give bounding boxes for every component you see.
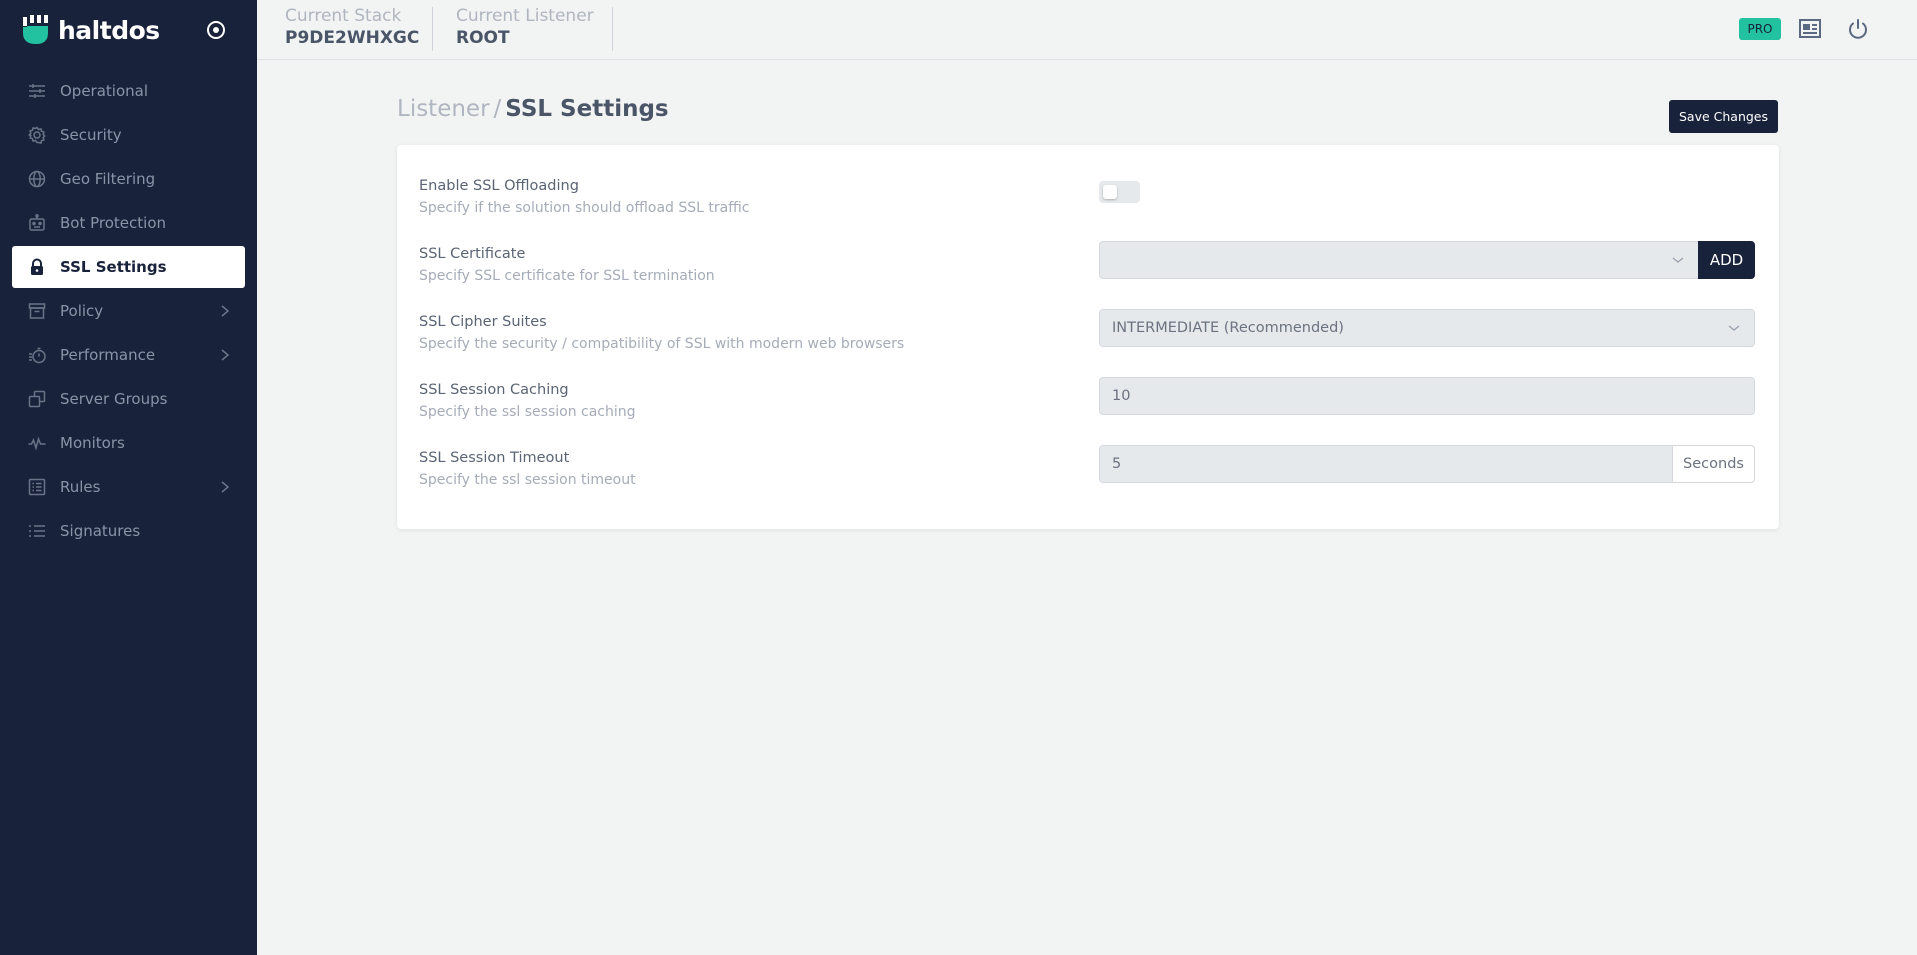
lock-icon xyxy=(28,258,46,276)
breadcrumb: Listener / SSL Settings xyxy=(397,96,669,122)
gear-icon xyxy=(28,126,46,144)
sidebar-item-label: SSL Settings xyxy=(60,258,167,276)
globe-icon xyxy=(28,170,46,188)
current-listener-value: ROOT xyxy=(456,28,510,48)
chevron-down-icon xyxy=(1672,257,1684,263)
logo[interactable]: haltdos xyxy=(0,0,257,60)
sidebar-item-label: Operational xyxy=(60,82,149,100)
ssl-session-timeout-value: 5 xyxy=(1112,456,1122,472)
power-icon[interactable] xyxy=(1846,17,1870,41)
ssl-cipher-suites-select[interactable]: INTERMEDIATE (Recommended) xyxy=(1099,309,1755,347)
sidebar-item-signatures[interactable]: Signatures xyxy=(12,510,245,552)
list-icon xyxy=(28,522,46,540)
divider xyxy=(432,7,433,51)
ssl-session-caching-control: 10 xyxy=(1099,377,1755,415)
pulse-icon xyxy=(28,434,46,452)
page-title: SSL Settings xyxy=(505,96,669,122)
list-box-icon xyxy=(28,478,46,496)
sidebar-item-label: Geo Filtering xyxy=(60,170,156,188)
ssl-session-caching-value: 10 xyxy=(1112,388,1131,404)
sidebar-item-label: Security xyxy=(60,126,122,144)
current-stack-value: P9DE2WHXGC xyxy=(285,28,420,48)
sidebar-nav: Operational Security Geo Filtering Bot P… xyxy=(0,70,257,552)
setting-ssl-certificate: SSL Certificate Specify SSL certificate … xyxy=(419,241,1757,293)
ssl-cipher-suites-control: INTERMEDIATE (Recommended) xyxy=(1099,309,1755,347)
ssl-certificate-select[interactable] xyxy=(1099,241,1699,279)
haltdos-logo-icon xyxy=(23,15,48,44)
sidebar-item-label: Signatures xyxy=(60,522,141,540)
setting-ssl-cipher-suites: SSL Cipher Suites Specify the security /… xyxy=(419,309,1757,361)
sidebar-item-bot-protection[interactable]: Bot Protection xyxy=(12,202,245,244)
setting-label: Enable SSL Offloading xyxy=(419,178,579,194)
sidebar-item-label: Monitors xyxy=(60,434,125,452)
ssl-cipher-suites-value: INTERMEDIATE (Recommended) xyxy=(1112,320,1344,336)
breadcrumb-parent[interactable]: Listener xyxy=(397,96,490,122)
divider xyxy=(612,7,613,51)
target-settings-icon[interactable] xyxy=(205,19,227,41)
sidebar-item-performance[interactable]: Performance xyxy=(12,334,245,376)
sidebar-item-policy[interactable]: Policy xyxy=(12,290,245,332)
add-certificate-button[interactable]: ADD xyxy=(1698,241,1755,279)
chevron-right-icon xyxy=(221,481,230,493)
setting-description: Specify if the solution should offload S… xyxy=(419,200,750,216)
sidebar-item-operational[interactable]: Operational xyxy=(12,70,245,112)
setting-ssl-offloading: Enable SSL Offloading Specify if the sol… xyxy=(419,175,1757,225)
copy-icon xyxy=(28,390,46,408)
current-stack-label: Current Stack xyxy=(285,6,402,26)
app-name: haltdos xyxy=(58,15,160,45)
current-listener[interactable]: Current Listener ROOT xyxy=(456,5,594,51)
sidebar-item-rules[interactable]: Rules xyxy=(12,466,245,508)
stopwatch-icon xyxy=(28,346,46,364)
toggle-knob xyxy=(1103,185,1117,199)
save-changes-button[interactable]: Save Changes xyxy=(1669,100,1778,133)
sliders-icon xyxy=(28,82,46,100)
archive-icon xyxy=(28,302,46,320)
sidebar-item-label: Server Groups xyxy=(60,390,168,408)
chevron-right-icon xyxy=(221,305,230,317)
robot-icon xyxy=(28,214,46,232)
ssl-settings-card: Enable SSL Offloading Specify if the sol… xyxy=(397,145,1779,529)
sidebar-item-label: Bot Protection xyxy=(60,214,167,232)
sidebar-item-security[interactable]: Security xyxy=(12,114,245,156)
ssl-session-caching-input[interactable]: 10 xyxy=(1099,377,1755,415)
setting-ssl-session-caching: SSL Session Caching Specify the ssl sess… xyxy=(419,377,1757,429)
ssl-offloading-toggle[interactable] xyxy=(1099,181,1140,203)
sidebar-item-label: Performance xyxy=(60,346,156,364)
ssl-session-timeout-input[interactable]: 5 xyxy=(1099,445,1673,483)
sidebar: haltdos Operational Security Geo Filteri… xyxy=(0,0,257,955)
sidebar-item-ssl-settings[interactable]: SSL Settings xyxy=(12,246,245,288)
sidebar-item-label: Policy xyxy=(60,302,104,320)
sidebar-item-label: Rules xyxy=(60,478,101,496)
current-listener-label: Current Listener xyxy=(456,6,594,26)
ssl-certificate-control: ADD xyxy=(1099,241,1755,279)
sidebar-item-geo-filtering[interactable]: Geo Filtering xyxy=(12,158,245,200)
breadcrumb-separator: / xyxy=(493,96,502,122)
sidebar-item-monitors[interactable]: Monitors xyxy=(12,422,245,464)
ssl-session-timeout-control: 5 Seconds xyxy=(1099,445,1755,483)
topbar: Current Stack P9DE2WHXGC Current Listene… xyxy=(257,0,1917,60)
setting-ssl-session-timeout: SSL Session Timeout Specify the ssl sess… xyxy=(419,445,1757,497)
seconds-unit-addon: Seconds xyxy=(1672,445,1755,483)
chevron-right-icon xyxy=(221,349,230,361)
news-icon[interactable] xyxy=(1798,17,1822,41)
chevron-down-icon xyxy=(1728,325,1740,331)
current-stack[interactable]: Current Stack P9DE2WHXGC xyxy=(285,5,419,51)
pro-badge: PRO xyxy=(1739,18,1781,40)
sidebar-item-server-groups[interactable]: Server Groups xyxy=(12,378,245,420)
